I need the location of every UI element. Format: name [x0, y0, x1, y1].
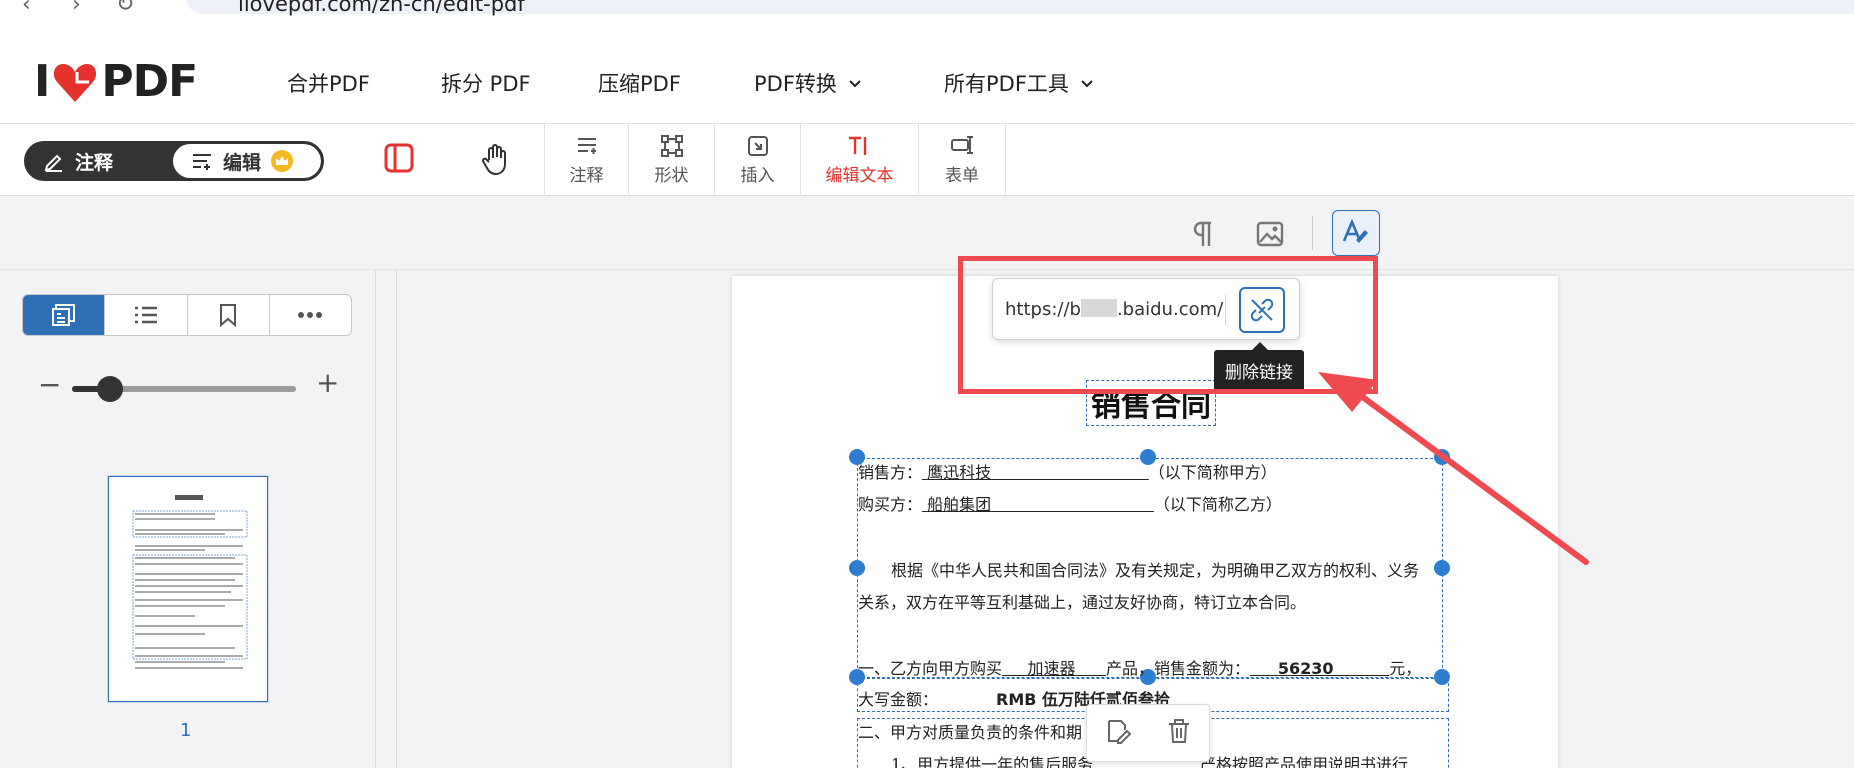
resize-handle-left[interactable] [849, 560, 865, 576]
list-icon [134, 306, 157, 324]
form-field-icon [951, 135, 973, 154]
clause1-prefix: 一、乙方向甲方购买 [858, 659, 1003, 678]
clause2-sub-end[interactable]: 严格按照产品使用说明书进行 [1200, 751, 1408, 768]
nav-convert-pdf[interactable]: PDF转换 [754, 68, 863, 98]
block-action-bar [1086, 704, 1210, 762]
logo-text-i: I [34, 56, 50, 107]
paragraph-line-2[interactable]: 关系，双方在平等互利基础上，通过友好协商，特订立本合同。 [858, 589, 1306, 613]
tool-edit-text[interactable]: 编辑文本 [800, 124, 918, 196]
nav-label: 所有PDF工具 [944, 72, 1069, 96]
nav-label: PDF转换 [754, 72, 837, 96]
clause1-product: 加速器 [1027, 659, 1076, 678]
text-edit-subbar [0, 196, 1854, 270]
clause2-sub-start[interactable]: 1、甲方提供一年的售后服务 [891, 751, 1093, 768]
heart-icon [54, 63, 97, 102]
clause2-line[interactable]: 二、甲方对质量负责的条件和期 [858, 719, 1082, 743]
edit-block-icon[interactable] [1105, 718, 1132, 748]
trash-icon[interactable] [1167, 718, 1191, 748]
tool-form-label: 表单 [945, 165, 979, 186]
tool-insert[interactable]: 插入 [714, 124, 800, 196]
buyer-note: （以下简称乙方） [1153, 495, 1282, 514]
nav-compress-pdf[interactable]: 压缩PDF [598, 68, 681, 98]
thumbnail-page-number: 1 [180, 720, 192, 741]
mode-switch: 注释 编辑 [24, 141, 324, 181]
reload-icon[interactable]: ↻ [116, 0, 134, 17]
zoom-in-icon[interactable]: + [316, 366, 339, 399]
tool-shape-label: 形状 [654, 165, 689, 186]
tool-edit-text-label: 编辑文本 [825, 165, 894, 186]
logo-text-pdf: PDF [101, 56, 198, 107]
buyer-value: 船舶集团 [927, 495, 992, 514]
shape-icon [660, 134, 683, 157]
tab-bookmarks[interactable] [188, 295, 270, 335]
hand-pan-icon[interactable] [479, 142, 513, 180]
tool-form[interactable]: 表单 [918, 124, 1006, 196]
clause1-line[interactable]: 一、乙方向甲方购买 加速器 产品，销售金额为： 56230 元， [858, 655, 1421, 679]
insert-icon [747, 135, 768, 156]
paragraph-icon[interactable] [1184, 214, 1224, 254]
mode-edit-label: 编辑 [223, 151, 262, 174]
edit-text-icon [193, 154, 211, 170]
nav-label: 拆分 PDF [441, 72, 531, 96]
page-thumbnail[interactable] [108, 476, 268, 702]
mode-annotate-label: 注释 [75, 151, 114, 174]
resize-handle-top-right[interactable] [1434, 449, 1450, 465]
highlight-box [958, 256, 1378, 394]
pen-icon [44, 154, 62, 172]
annotate-icon [577, 137, 596, 154]
tool-annotate-label: 注释 [569, 165, 604, 186]
nav-all-pdf-tools[interactable]: 所有PDF工具 [944, 68, 1095, 98]
text-cursor-icon [848, 136, 866, 155]
sidebar-tabs [22, 294, 352, 336]
seller-value: 鹰迅科技 [927, 463, 992, 482]
resize-handle-bottom-right[interactable] [1434, 669, 1450, 685]
clause1-amount: 56230 [1277, 659, 1334, 678]
tool-annotate[interactable]: 注释 [544, 124, 628, 196]
canvas-divider [396, 270, 397, 768]
back-icon[interactable]: ‹ [22, 0, 31, 17]
page-thumbnail-preview [132, 495, 248, 669]
mode-edit-button[interactable]: 编辑 [173, 144, 321, 178]
chevron-down-icon [1081, 80, 1093, 88]
sidebar-toggle-icon[interactable] [383, 142, 415, 178]
seller-line[interactable]: 销售方： 鹰迅科技 （以下简称甲方） [858, 459, 1277, 483]
text-style-button[interactable] [1332, 210, 1380, 256]
thumbnails-icon [51, 304, 75, 326]
mode-annotate-button[interactable]: 注释 [27, 144, 173, 178]
zoom-handle[interactable] [97, 376, 124, 402]
nav-label: 压缩PDF [598, 72, 681, 96]
address-url[interactable]: ilovepdf.com/zh-cn/edit-pdf [238, 0, 525, 16]
zoom-slider: − + [34, 366, 344, 406]
clause1-mid: 产品，销售金额为： [1105, 659, 1250, 678]
tool-insert-label: 插入 [740, 165, 775, 186]
forward-icon[interactable]: › [72, 0, 81, 17]
nav-split-pdf[interactable]: 拆分 PDF [441, 68, 531, 98]
tool-shape[interactable]: 形状 [628, 124, 714, 196]
tab-outline[interactable] [105, 295, 188, 335]
ilovepdf-logo[interactable]: I PDF [34, 56, 198, 107]
chevron-down-icon [849, 80, 861, 88]
top-navigation: I PDF [0, 20, 1854, 124]
more-icon [298, 312, 323, 318]
premium-crown-icon [271, 150, 294, 172]
tab-thumbnails[interactable] [23, 295, 106, 335]
subbar-divider [1312, 216, 1313, 250]
clause1-unit: 元， [1389, 659, 1422, 678]
seller-label: 销售方： [858, 463, 923, 482]
buyer-label: 购买方： [858, 495, 923, 514]
browser-bar: ‹ › ↻ ilovepdf.com/zh-cn/edit-pdf [0, 0, 1854, 20]
caps-label: 大写金额： [858, 690, 939, 709]
buyer-line[interactable]: 购买方： 船舶集团 （以下简称乙方） [858, 491, 1282, 515]
text-style-icon [1342, 219, 1368, 243]
nav-label: 合并PDF [287, 72, 370, 96]
seller-note: （以下简称甲方） [1148, 463, 1277, 482]
nav-merge-pdf[interactable]: 合并PDF [287, 68, 370, 98]
zoom-out-icon[interactable]: − [38, 368, 61, 401]
paragraph-line-1[interactable]: 根据《中华人民共和国合同法》及有关规定，为明确甲乙双方的权利、义务 [891, 557, 1419, 581]
image-icon[interactable] [1250, 214, 1290, 254]
resize-handle-right[interactable] [1434, 560, 1450, 576]
bookmark-icon [220, 304, 237, 327]
tab-more[interactable] [270, 295, 351, 335]
